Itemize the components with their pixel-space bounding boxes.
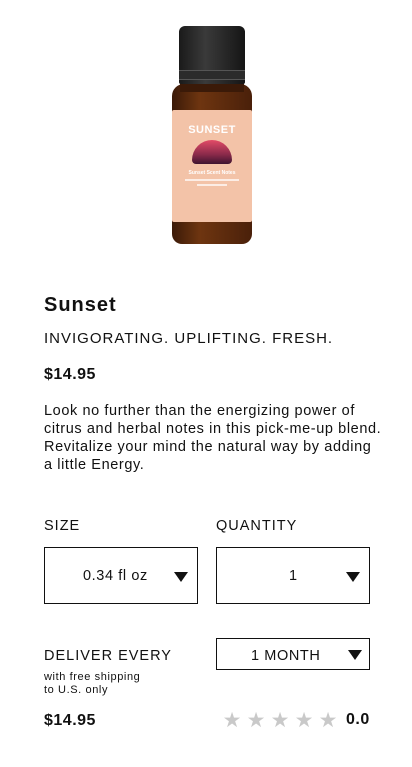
size-label: SIZE <box>44 518 81 534</box>
deliver-every-label: DELIVER EVERY <box>44 648 172 664</box>
star-icon: ★ <box>246 708 266 732</box>
bottle-label-subtitle: Sunset Scent Notes <box>188 170 236 176</box>
product-tagline: INVIGORATING. UPLIFTING. FRESH. <box>44 330 334 347</box>
label-divider <box>197 184 227 186</box>
rating-value: 0.0 <box>346 711 370 728</box>
chevron-down-icon <box>346 572 360 582</box>
bottle-cap <box>179 26 245 84</box>
bottle-label-title: SUNSET <box>188 124 236 136</box>
star-icon: ★ <box>294 708 314 732</box>
product-image[interactable]: SUNSET Sunset Scent Notes <box>150 22 270 252</box>
label-divider <box>185 179 239 181</box>
shipping-note-line: to U.S. only <box>44 684 109 696</box>
sunset-art-icon <box>192 140 232 164</box>
size-select[interactable]: 0.34 fl oz <box>44 547 198 604</box>
delivery-frequency-value: 1 MONTH <box>251 648 321 664</box>
quantity-label: QUANTITY <box>216 518 298 534</box>
rating[interactable]: ★ ★ ★ ★ ★ 0.0 <box>220 708 370 732</box>
star-icon: ★ <box>222 708 242 732</box>
size-select-value: 0.34 fl oz <box>83 568 148 584</box>
subscription-price: $14.95 <box>44 712 96 729</box>
product-price: $14.95 <box>44 366 96 383</box>
star-icon: ★ <box>270 708 290 732</box>
bottle-label: SUNSET Sunset Scent Notes <box>172 110 252 222</box>
shipping-note-line: with free shipping <box>44 671 141 683</box>
shipping-note: with free shipping to U.S. only <box>44 671 140 697</box>
product-title: Sunset <box>44 294 117 316</box>
product-description: Look no further than the energizing powe… <box>44 403 382 473</box>
star-icon: ★ <box>318 708 338 732</box>
quantity-select[interactable]: 1 <box>216 547 370 604</box>
delivery-frequency-select[interactable]: 1 MONTH <box>216 638 370 670</box>
chevron-down-icon <box>174 572 188 582</box>
quantity-select-value: 1 <box>289 568 298 584</box>
chevron-down-icon <box>348 650 362 660</box>
